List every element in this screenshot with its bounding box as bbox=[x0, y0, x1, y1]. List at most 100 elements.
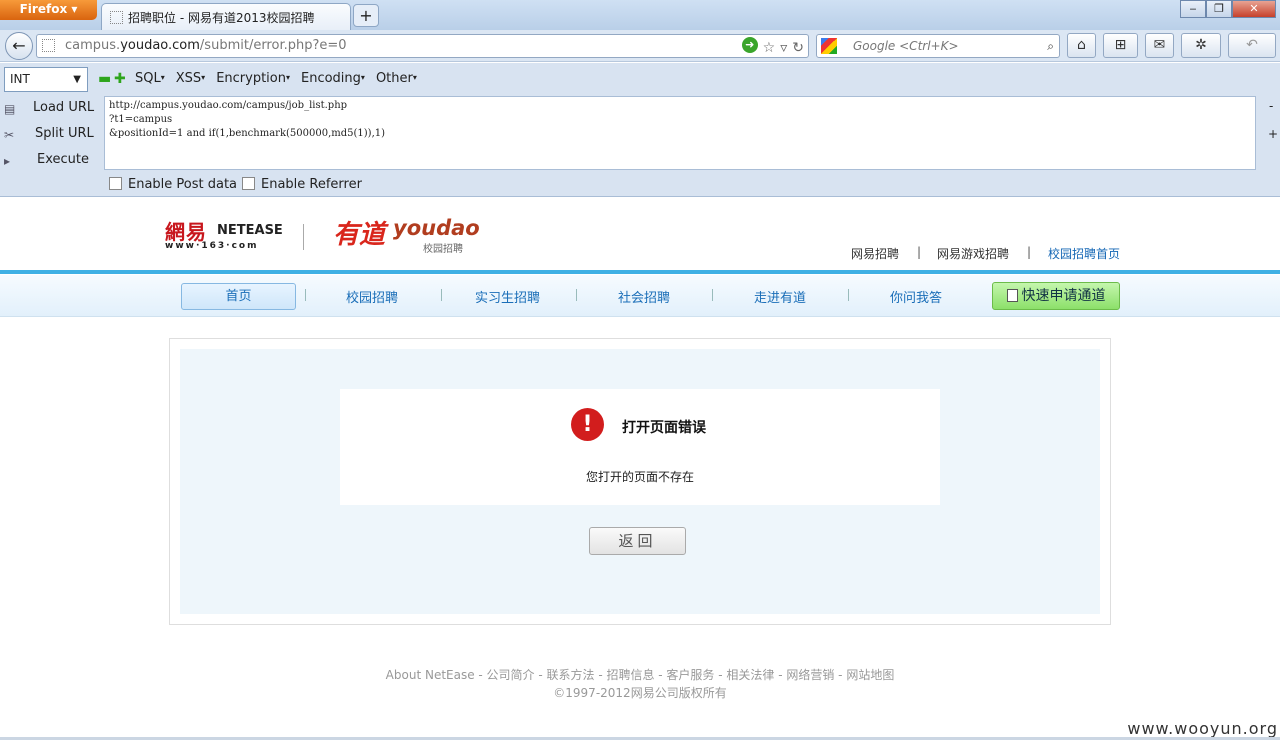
nav-divider bbox=[576, 289, 577, 301]
footer-links[interactable]: About NetEase - 公司简介 - 联系方法 - 招聘信息 - 客户服… bbox=[0, 666, 1280, 683]
addon-button[interactable]: ✲ bbox=[1181, 33, 1221, 58]
download-icon: ⊞ bbox=[1114, 37, 1127, 53]
youdao-logo-sub: 校园招聘 bbox=[423, 244, 463, 255]
increase-icon[interactable]: ✚ bbox=[114, 71, 126, 87]
top-link-game-jobs[interactable]: 网易游戏招聘 bbox=[937, 245, 1009, 262]
top-link-netease-jobs[interactable]: 网易招聘 bbox=[851, 245, 899, 262]
home-button[interactable]: ⌂ bbox=[1067, 33, 1096, 58]
window-controls: ‒ ❐ ✕ bbox=[1180, 0, 1276, 18]
netease-logo-www: www·163·com bbox=[165, 241, 259, 251]
youdao-logo[interactable]: 有道 youdao 校园招聘 bbox=[333, 214, 480, 255]
nav-faq[interactable]: 你问我答 bbox=[890, 287, 942, 306]
load-url-label: Load URL bbox=[33, 100, 95, 115]
tab-active[interactable]: 招聘职位 - 网易有道2013校园招聘 bbox=[101, 3, 351, 30]
youdao-logo-cn: 有道 bbox=[333, 220, 386, 250]
decrease-icon[interactable]: ▬ bbox=[98, 71, 111, 87]
search-icon[interactable]: ⌕ bbox=[1047, 35, 1054, 57]
restore-button[interactable]: ❐ bbox=[1206, 0, 1232, 18]
envelope-icon: ✉ bbox=[1153, 37, 1166, 53]
puzzle-icon: ✲ bbox=[1195, 37, 1207, 53]
grow-textarea-button[interactable]: + bbox=[1268, 127, 1278, 141]
checkbox-box[interactable] bbox=[109, 177, 122, 190]
menu-xss[interactable]: XSS bbox=[176, 71, 205, 86]
enable-referrer-label: Enable Referrer bbox=[261, 177, 362, 192]
undo-close-button[interactable]: ↶ bbox=[1228, 33, 1276, 58]
clipboard-icon bbox=[1006, 289, 1018, 302]
error-title: 打开页面错误 bbox=[622, 420, 706, 436]
navigation-toolbar: ← campus.youdao.com/submit/error.php?e=0… bbox=[0, 30, 1280, 62]
netease-logo[interactable]: 網易 NETEASE www·163·com bbox=[165, 216, 283, 254]
search-placeholder: Google <Ctrl+K> bbox=[853, 39, 959, 53]
url-prefix: campus. bbox=[65, 38, 121, 53]
menu-encryption[interactable]: Encryption bbox=[216, 71, 290, 86]
nav-home[interactable]: 首页 bbox=[181, 283, 296, 310]
nav-divider bbox=[441, 289, 442, 301]
minimize-button[interactable]: ‒ bbox=[1180, 0, 1206, 18]
header-accent-bar bbox=[0, 270, 1280, 274]
play-icon: ▸ bbox=[4, 154, 11, 168]
menu-encoding[interactable]: Encoding bbox=[301, 71, 365, 86]
page-favicon-icon bbox=[110, 11, 123, 24]
top-link-separator: | bbox=[1027, 245, 1032, 259]
load-url-icon: ▤ bbox=[4, 102, 16, 116]
shrink-textarea-button[interactable]: - bbox=[1269, 99, 1273, 113]
feed-button[interactable]: ✉ bbox=[1145, 33, 1174, 58]
new-tab-button[interactable]: + bbox=[353, 4, 379, 27]
top-link-campus-home[interactable]: 校园招聘首页 bbox=[1048, 245, 1120, 262]
youdao-logo-en: youdao bbox=[393, 216, 480, 240]
error-message: 您打开的页面不存在 bbox=[586, 470, 695, 484]
scissors-icon: ✂ bbox=[4, 128, 15, 142]
watermark: www.wooyun.org bbox=[1127, 719, 1278, 738]
nav-about[interactable]: 走进有道 bbox=[754, 287, 806, 306]
return-button[interactable]: 返回 bbox=[589, 527, 686, 555]
search-input[interactable]: Google <Ctrl+K> ⌕ bbox=[816, 34, 1060, 58]
error-message-box bbox=[340, 389, 940, 505]
nav-divider bbox=[712, 289, 713, 301]
site-identity-icon[interactable] bbox=[42, 39, 55, 52]
close-window-button[interactable]: ✕ bbox=[1232, 0, 1276, 18]
hackbar-menu: SQL XSS Encryption Encoding Other bbox=[135, 71, 417, 86]
logo-divider bbox=[303, 224, 304, 250]
split-url-label: Split URL bbox=[35, 126, 94, 141]
error-icon: ! bbox=[571, 408, 604, 441]
checkbox-box[interactable] bbox=[242, 177, 255, 190]
bookmark-star-icon[interactable]: ☆ bbox=[763, 37, 776, 59]
nav-divider bbox=[848, 289, 849, 301]
nav-campus[interactable]: 校园招聘 bbox=[346, 287, 398, 306]
browser-titlebar: Firefox ▾ 招聘职位 - 网易有道2013校园招聘 + ‒ ❐ ✕ bbox=[0, 0, 1280, 30]
url-path: /submit/error.php?e=0 bbox=[199, 38, 347, 53]
downloads-button[interactable]: ⊞ bbox=[1103, 33, 1138, 58]
nav-social[interactable]: 社会招聘 bbox=[618, 287, 670, 306]
url-host: youdao.com bbox=[120, 38, 200, 53]
enable-post-label: Enable Post data bbox=[128, 177, 238, 192]
tab-title: 招聘职位 - 网易有道2013校园招聘 bbox=[128, 11, 315, 25]
undo-icon: ↶ bbox=[1246, 37, 1258, 53]
execute-label: Execute bbox=[37, 152, 89, 167]
nav-divider bbox=[305, 289, 306, 301]
url-dropdown-icon[interactable]: ▿ bbox=[780, 37, 787, 59]
menu-sql[interactable]: SQL bbox=[135, 71, 165, 86]
enable-referrer-checkbox[interactable]: Enable Referrer bbox=[242, 177, 362, 192]
hackbar-url-textarea[interactable]: http://campus.youdao.com/campus/job_list… bbox=[104, 96, 1256, 170]
url-bar[interactable]: campus.youdao.com/submit/error.php?e=0 ➜… bbox=[36, 34, 809, 58]
load-url-button[interactable]: ▤ Load URL bbox=[0, 100, 100, 120]
split-url-button[interactable]: ✂ Split URL bbox=[0, 126, 100, 146]
hackbar-panel: INT ▼ ▬ ✚ SQL XSS Encryption Encoding Oth… bbox=[0, 63, 1280, 197]
enable-post-checkbox[interactable]: Enable Post data bbox=[109, 177, 237, 192]
go-icon[interactable]: ➜ bbox=[741, 37, 758, 53]
web-page: 網易 NETEASE www·163·com 有道 youdao 校园招聘 网易… bbox=[0, 198, 1280, 740]
execute-button[interactable]: ▸ Execute bbox=[0, 152, 100, 172]
menu-other[interactable]: Other bbox=[376, 71, 417, 86]
firefox-menu-button[interactable]: Firefox ▾ bbox=[0, 0, 97, 20]
netease-logo-en: NETEASE bbox=[217, 223, 283, 238]
google-engine-icon[interactable] bbox=[821, 38, 837, 54]
type-select[interactable]: INT ▼ bbox=[4, 67, 88, 92]
quick-apply-button[interactable]: 快速申请通道 bbox=[992, 282, 1120, 310]
home-icon: ⌂ bbox=[1077, 37, 1086, 53]
top-link-separator: | bbox=[917, 245, 922, 259]
back-button[interactable]: ← bbox=[5, 32, 33, 60]
nav-intern[interactable]: 实习生招聘 bbox=[475, 287, 540, 306]
reload-icon[interactable]: ↻ bbox=[792, 37, 804, 59]
type-select-value: INT bbox=[10, 72, 30, 86]
chevron-down-icon: ▼ bbox=[73, 74, 81, 85]
